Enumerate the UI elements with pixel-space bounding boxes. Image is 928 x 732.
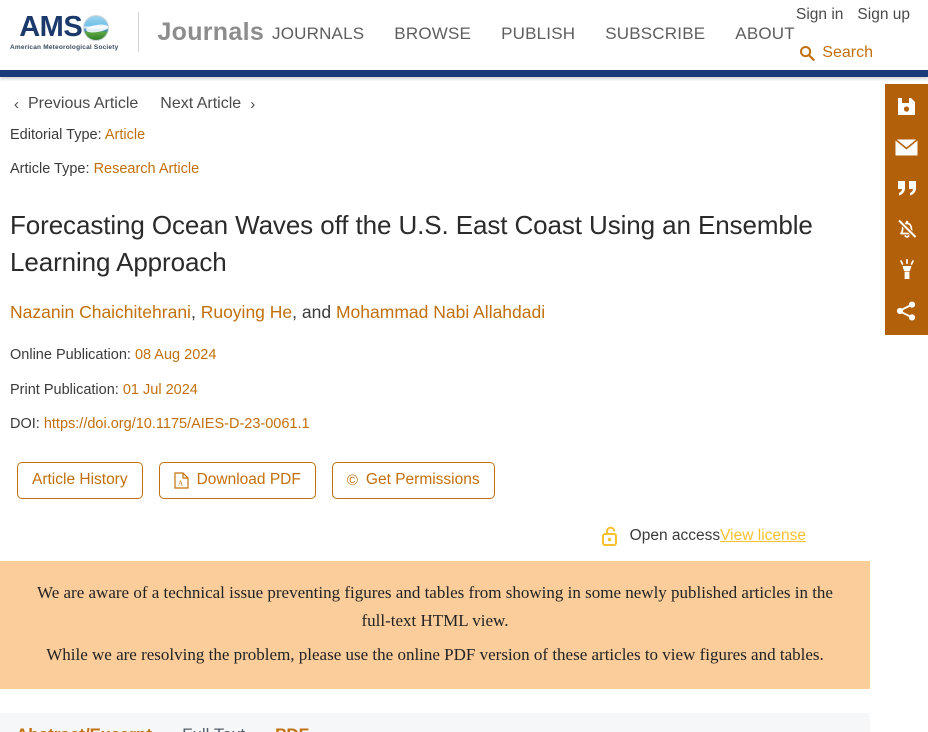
- online-publication-value: 08 Aug 2024: [134, 347, 217, 364]
- article-type-label: Article Type:: [10, 161, 90, 178]
- site-header: AMS American Meteorological Society Jour…: [0, 0, 928, 70]
- chevron-right-icon: ›: [250, 95, 256, 113]
- cite-tool[interactable]: [895, 176, 919, 200]
- envelope-icon: [895, 138, 918, 155]
- article-type-value[interactable]: Research Article: [94, 161, 200, 177]
- print-publication-value: 01 Jul 2024: [122, 381, 198, 398]
- highlight-tool[interactable]: [895, 258, 919, 282]
- publication-metadata: Online Publication: 08 Aug 2024 Print Pu…: [10, 347, 864, 433]
- bell-slash-icon: [897, 219, 917, 239]
- globe-icon: [83, 14, 110, 41]
- author-link-2[interactable]: Ruoying He: [201, 302, 292, 322]
- logo-divider: [138, 12, 140, 52]
- user-links: Sign in Sign up: [796, 6, 910, 24]
- save-icon: [898, 97, 915, 115]
- author-conjunction: and: [301, 301, 332, 322]
- doi-row: DOI: https://doi.org/10.1175/AIES-D-23-0…: [10, 416, 864, 433]
- tab-full-text[interactable]: Full Text: [182, 725, 245, 732]
- page-title: Forecasting Ocean Waves off the U.S. Eas…: [10, 209, 813, 277]
- nav-item-browse[interactable]: BROWSE: [394, 24, 471, 44]
- ams-logo-mark: AMS American Meteorological Society: [10, 11, 119, 52]
- pdf-file-icon: A: [174, 471, 189, 489]
- sign-up-link[interactable]: Sign up: [857, 6, 910, 24]
- main-navigation: JOURNALS BROWSE PUBLISH SUBSCRIBE ABOUT: [272, 24, 795, 44]
- previous-article-link[interactable]: ‹ Previous Article: [14, 95, 138, 113]
- next-article-label: Next Article: [160, 95, 242, 112]
- print-publication-row: Print Publication: 01 Jul 2024: [10, 382, 864, 399]
- technical-issue-notice: We are aware of a technical issue preven…: [0, 560, 870, 689]
- notice-line-1: We are aware of a technical issue preven…: [37, 582, 833, 630]
- article-tools-sidebar: [885, 84, 928, 335]
- email-tool[interactable]: [895, 135, 919, 159]
- editorial-type-value[interactable]: Article: [105, 127, 145, 143]
- search-icon: [800, 46, 815, 61]
- ams-logo-row: AMS: [19, 11, 110, 43]
- search-button[interactable]: Search: [799, 44, 873, 62]
- sign-in-link[interactable]: Sign in: [796, 6, 843, 24]
- article-action-buttons: Article History A Download PDF © Get Per…: [10, 461, 864, 499]
- nav-item-about[interactable]: ABOUT: [735, 24, 795, 44]
- tab-pdf[interactable]: PDF: [275, 725, 309, 732]
- author-separator-1: ,: [190, 301, 196, 322]
- article-type-row: Article Type: Research Article: [10, 161, 864, 178]
- open-access-label: Open access: [629, 526, 721, 544]
- ams-logo-letters: AMS: [19, 11, 83, 43]
- article-navigation: ‹ Previous Article Next Article ›: [0, 77, 928, 117]
- author-separator-2: ,: [292, 301, 298, 322]
- doi-label: DOI:: [10, 416, 40, 433]
- download-pdf-label: Download PDF: [196, 471, 301, 489]
- article-history-button[interactable]: Article History: [17, 461, 143, 499]
- article-history-label: Article History: [32, 471, 128, 489]
- save-tool[interactable]: [895, 94, 919, 118]
- print-publication-label: Print Publication:: [10, 381, 119, 398]
- svg-text:A: A: [178, 479, 183, 487]
- article-content: Editorial Type: Article Article Type: Re…: [0, 127, 880, 547]
- quote-icon: [897, 181, 916, 196]
- previous-article-label: Previous Article: [28, 95, 139, 112]
- search-label: Search: [822, 44, 873, 61]
- author-link-1[interactable]: Nazanin Chaichitehrani: [10, 302, 191, 322]
- nav-item-publish[interactable]: PUBLISH: [501, 24, 575, 44]
- online-publication-label: Online Publication:: [10, 347, 131, 364]
- header-accent-bar: [0, 70, 928, 77]
- editorial-type-row: Editorial Type: Article: [10, 127, 864, 144]
- view-license-link[interactable]: View license: [720, 527, 806, 545]
- open-padlock-icon: [601, 526, 617, 546]
- notice-line-2: While we are resolving the problem, plea…: [46, 644, 824, 664]
- alert-tool[interactable]: [895, 217, 919, 241]
- editorial-type-label: Editorial Type:: [10, 127, 102, 143]
- author-link-3[interactable]: Mohammad Nabi Allahdadi: [336, 302, 545, 322]
- article-tabs: Abstract/Excerpt Full Text PDF: [0, 712, 870, 732]
- highlighter-icon: [899, 259, 914, 279]
- ams-logo-tagline: American Meteorological Society: [10, 44, 119, 51]
- tab-abstract-excerpt[interactable]: Abstract/Excerpt: [16, 725, 152, 732]
- open-access-row: Open access View license: [10, 525, 864, 547]
- share-tool[interactable]: [895, 299, 919, 323]
- online-publication-row: Online Publication: 08 Aug 2024: [10, 347, 864, 364]
- share-icon: [896, 301, 916, 321]
- download-pdf-button[interactable]: A Download PDF: [158, 461, 316, 499]
- copyright-icon: ©: [346, 471, 358, 489]
- next-article-link[interactable]: Next Article ›: [160, 95, 255, 113]
- author-list: Nazanin Chaichitehrani, Ruoying He, and …: [10, 301, 864, 324]
- ams-logo[interactable]: AMS American Meteorological Society Jour…: [10, 12, 264, 52]
- doi-link[interactable]: https://doi.org/10.1175/AIES-D-23-0061.1: [44, 416, 310, 432]
- nav-item-journals[interactable]: JOURNALS: [272, 24, 364, 44]
- get-permissions-button[interactable]: © Get Permissions: [331, 461, 495, 499]
- journals-brand: Journals: [157, 17, 265, 46]
- get-permissions-label: Get Permissions: [365, 471, 480, 489]
- chevron-left-icon: ‹: [14, 95, 19, 113]
- nav-item-subscribe[interactable]: SUBSCRIBE: [605, 24, 705, 44]
